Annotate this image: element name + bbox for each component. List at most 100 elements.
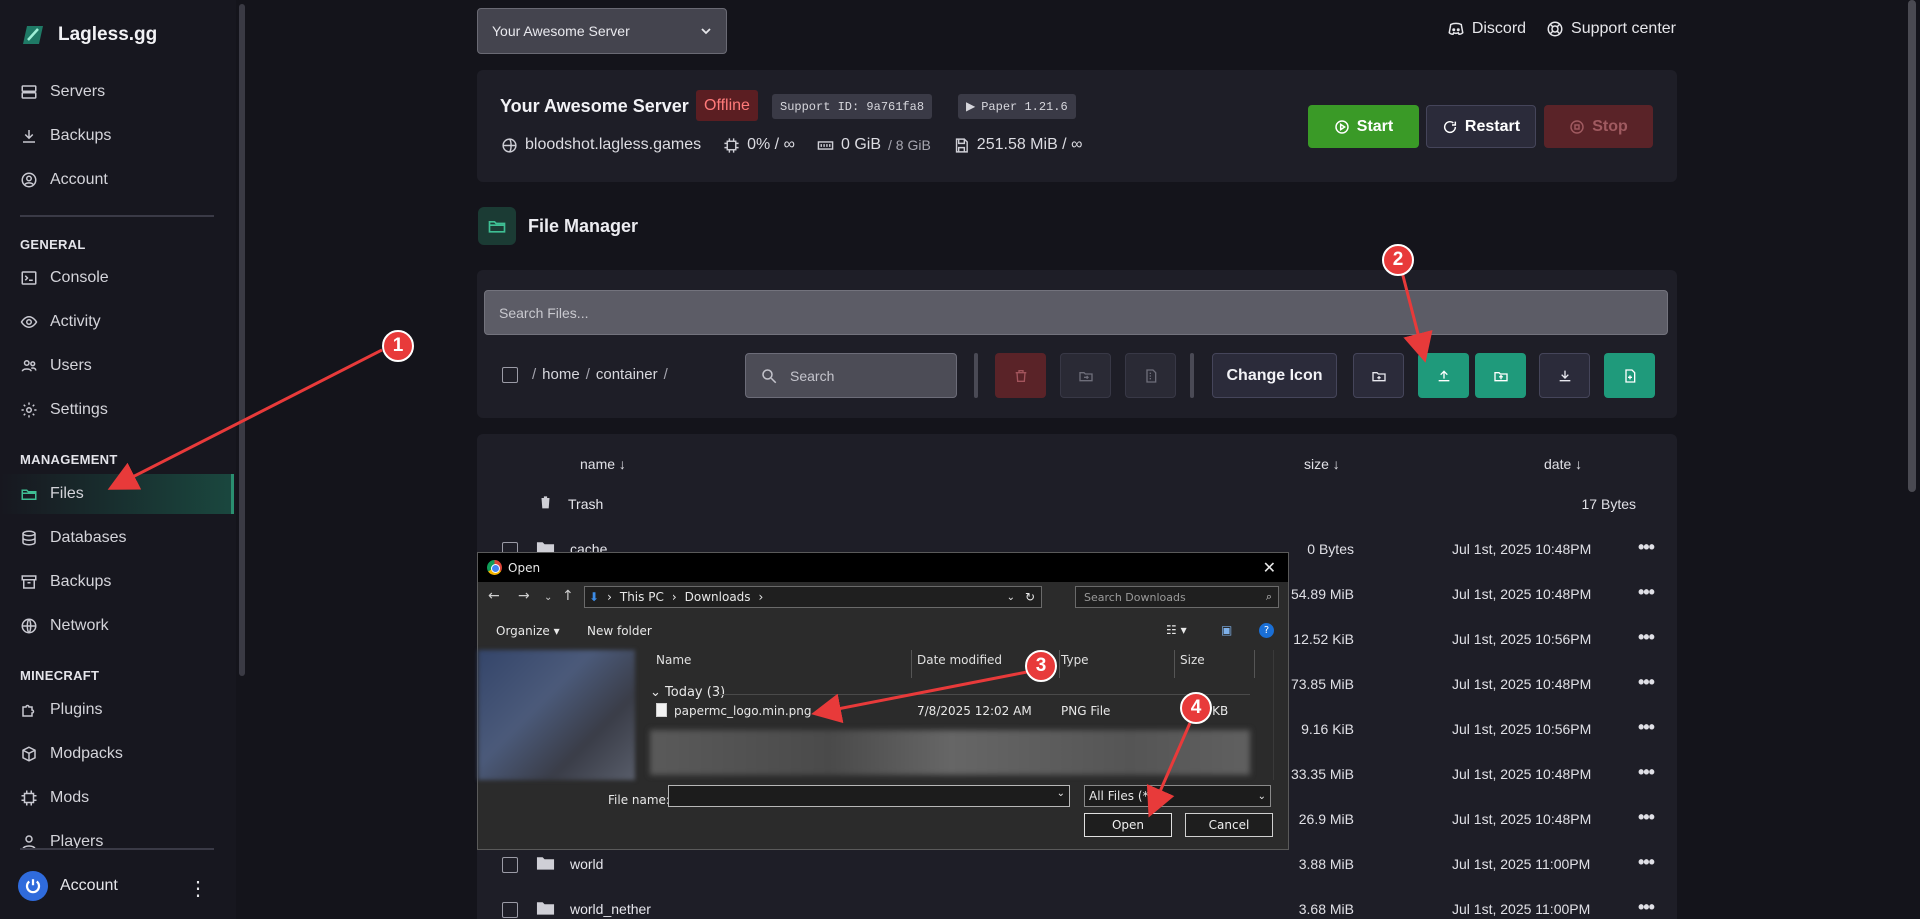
- row-checkbox[interactable]: [502, 857, 518, 873]
- toolbar-search-input[interactable]: Search: [745, 353, 957, 398]
- download-button[interactable]: [1539, 353, 1590, 398]
- address-dropdown-icon[interactable]: ⌄: [1007, 592, 1015, 603]
- row-actions-icon[interactable]: •••: [1638, 627, 1655, 648]
- sidebar-item-backups[interactable]: Backups: [20, 562, 232, 602]
- group-today[interactable]: ⌄ Today (3): [650, 685, 725, 700]
- column-name[interactable]: name ↓: [580, 456, 626, 472]
- sidebar-item-network[interactable]: Network: [20, 606, 232, 646]
- sidebar-item-account[interactable]: Account: [20, 160, 232, 200]
- discord-link[interactable]: Discord: [1447, 20, 1526, 38]
- cancel-button[interactable]: Cancel: [1185, 813, 1273, 837]
- sidebar-item-files[interactable]: Files: [0, 474, 234, 514]
- sidebar-item-plugins[interactable]: Plugins: [20, 690, 232, 730]
- file-type: PNG File: [1061, 704, 1111, 718]
- start-button[interactable]: Start: [1308, 105, 1419, 148]
- search-files-input[interactable]: Search Files...: [484, 290, 1668, 335]
- new-file-button[interactable]: [1604, 353, 1655, 398]
- sidebar-item-databases[interactable]: Databases: [20, 518, 232, 558]
- help-icon[interactable]: ?: [1259, 623, 1274, 638]
- sidebar-item-backups-top[interactable]: Backups: [20, 116, 232, 156]
- sidebar-item-console[interactable]: Console: [20, 258, 232, 298]
- organize-button[interactable]: Organize ▾: [496, 624, 560, 638]
- sidebar-item-modpacks[interactable]: Modpacks: [20, 734, 232, 774]
- support-id-badge[interactable]: Support ID: 9a761fa8: [772, 94, 933, 119]
- sidebar-item-users[interactable]: Users: [20, 346, 232, 386]
- dialog-search-input[interactable]: Search Downloads ⌕: [1075, 586, 1279, 608]
- chevron-right-icon: ›: [607, 590, 612, 604]
- dialog-title: Open: [508, 560, 541, 575]
- file-item-papermc[interactable]: papermc_logo.min.png 7/8/2025 12:02 AM P…: [656, 703, 1250, 723]
- brand[interactable]: Lagless.gg: [20, 22, 157, 48]
- col-type[interactable]: Type: [1061, 653, 1089, 667]
- column-size[interactable]: size ↓: [1304, 456, 1340, 472]
- dialog-scrollbar[interactable]: [1273, 650, 1286, 780]
- server-select[interactable]: Your Awesome Server: [477, 8, 727, 54]
- section-general: GENERAL: [20, 237, 86, 252]
- page-scrollbar[interactable]: [1908, 0, 1916, 492]
- col-size[interactable]: Size: [1180, 653, 1205, 667]
- change-icon-button[interactable]: Change Icon: [1212, 353, 1337, 398]
- delete-button[interactable]: [995, 353, 1046, 398]
- archive-button[interactable]: [1125, 353, 1176, 398]
- sidebar-item-mods[interactable]: Mods: [20, 778, 232, 818]
- col-date-modified[interactable]: Date modified: [917, 653, 1002, 667]
- sidebar-item-settings[interactable]: Settings: [20, 390, 232, 430]
- row-actions-icon[interactable]: •••: [1638, 852, 1655, 873]
- sidebar-item-servers[interactable]: Servers: [20, 72, 232, 112]
- more-options-icon[interactable]: ⋮: [188, 876, 208, 901]
- open-button[interactable]: Open: [1084, 813, 1172, 837]
- recent-chevron-icon[interactable]: ⌄: [544, 592, 552, 603]
- row-actions-icon[interactable]: •••: [1638, 672, 1655, 693]
- row-actions-icon[interactable]: •••: [1638, 537, 1655, 558]
- upload-folder-button[interactable]: [1475, 353, 1526, 398]
- stat-address[interactable]: bloodshot.lagless.games: [501, 136, 701, 154]
- row-actions-icon[interactable]: •••: [1638, 807, 1655, 828]
- file-type-select[interactable]: All Files (*.*) ⌄: [1084, 785, 1271, 807]
- eye-icon: [20, 315, 38, 329]
- sidebar: Lagless.gg Servers Backups Account GENER…: [0, 0, 236, 919]
- address-bar[interactable]: ⬇ › This PC › Downloads › ⌄ ↻: [584, 586, 1042, 608]
- column-date[interactable]: date ↓: [1544, 456, 1582, 472]
- row-actions-icon[interactable]: •••: [1638, 897, 1655, 918]
- folder-icon: [536, 902, 555, 915]
- support-center-link[interactable]: Support center: [1546, 20, 1676, 38]
- navigation-pane[interactable]: [478, 650, 635, 780]
- close-icon[interactable]: ✕: [1263, 558, 1276, 577]
- chevron-down-icon[interactable]: ⌄: [1057, 788, 1065, 799]
- new-folder-dialog-button[interactable]: New folder: [587, 624, 652, 638]
- back-arrow-icon[interactable]: ←: [488, 588, 500, 604]
- account-footer[interactable]: Account: [18, 871, 118, 901]
- address-this-pc[interactable]: This PC: [620, 590, 664, 604]
- select-all-checkbox[interactable]: [502, 367, 518, 383]
- row-actions-icon[interactable]: •••: [1638, 762, 1655, 783]
- breadcrumb-container[interactable]: container: [596, 366, 658, 383]
- new-folder-button[interactable]: [1353, 353, 1404, 398]
- server-stats: bloodshot.lagless.games 0% / ∞ 0 GiB / 8…: [501, 136, 1082, 154]
- upload-button[interactable]: [1418, 353, 1469, 398]
- row-actions-icon[interactable]: •••: [1638, 582, 1655, 603]
- file-name-input[interactable]: ⌄: [668, 785, 1070, 807]
- preview-pane-icon[interactable]: ▣: [1221, 623, 1232, 637]
- row-checkbox[interactable]: [502, 902, 518, 918]
- sidebar-item-players[interactable]: Players: [20, 822, 232, 862]
- restart-button[interactable]: Restart: [1426, 105, 1536, 148]
- forward-arrow-icon[interactable]: →: [518, 588, 530, 604]
- row-date: Jul 1st, 2025 11:00PM: [1452, 901, 1591, 917]
- row-actions-icon[interactable]: •••: [1638, 717, 1655, 738]
- up-arrow-icon[interactable]: ↑: [562, 588, 574, 604]
- sidebar-scrollbar[interactable]: [239, 4, 245, 676]
- stop-button[interactable]: Stop: [1544, 105, 1653, 148]
- address-downloads[interactable]: Downloads: [685, 590, 751, 604]
- breadcrumb-home[interactable]: home: [542, 366, 580, 383]
- dialog-nav-row: ← → ⌄ ↑ ⬇ › This PC › Downloads › ⌄ ↻ Se…: [478, 586, 1288, 610]
- refresh-icon[interactable]: ↻: [1025, 590, 1035, 604]
- row-size: 3.68 MiB: [1298, 901, 1354, 917]
- move-button[interactable]: [1060, 353, 1111, 398]
- sidebar-item-label: Files: [50, 485, 84, 502]
- software-badge: ▶ Paper 1.21.6: [958, 94, 1076, 119]
- col-name[interactable]: Name: [656, 653, 691, 667]
- row-date: Jul 1st, 2025 10:48PM: [1452, 676, 1592, 692]
- view-options-icon[interactable]: ☷ ▾: [1166, 623, 1187, 637]
- archive-icon: [21, 575, 37, 589]
- sidebar-item-activity[interactable]: Activity: [20, 302, 232, 342]
